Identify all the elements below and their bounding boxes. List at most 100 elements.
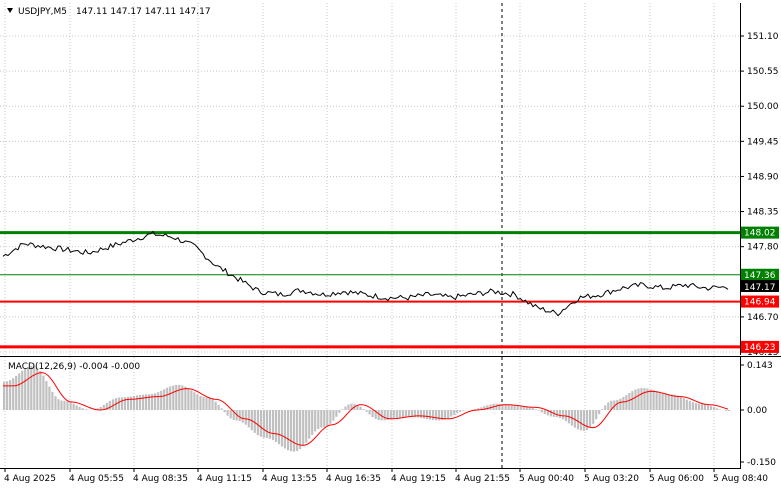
time-tick-label: 4 Aug 21:55	[455, 474, 510, 484]
macd-bar	[447, 410, 450, 419]
macd-bar	[453, 410, 456, 415]
price-tick-label: 147.80	[747, 243, 779, 253]
macd-bar	[60, 400, 63, 410]
current-price-label: 147.17	[744, 283, 776, 293]
macd-bar	[625, 395, 628, 410]
macd-bar	[543, 410, 546, 414]
macd-bar	[700, 403, 703, 410]
macd-bar	[199, 395, 202, 410]
macd-bar	[670, 394, 673, 410]
macd-bar	[425, 410, 429, 420]
macd-bar	[208, 397, 211, 410]
macd-bar	[368, 410, 371, 415]
macd-bar	[320, 410, 323, 428]
macd-bar	[108, 400, 111, 410]
macd-bar	[347, 404, 350, 410]
symbol-header[interactable]: USDJPY,M5 147.11 147.17 147.11 147.17	[7, 7, 211, 17]
macd-bar	[444, 410, 447, 420]
macd-bar	[435, 410, 438, 421]
macd-bar	[314, 410, 317, 432]
macd-bar	[540, 410, 543, 413]
macd-bar	[226, 410, 229, 416]
macd-bar	[302, 410, 305, 447]
macd-bar	[706, 404, 710, 410]
macd-tick-label: 0.143	[747, 361, 773, 371]
macd-bar	[75, 405, 78, 410]
macd-bar	[715, 408, 719, 410]
macd-bar	[18, 373, 21, 410]
macd-bar	[332, 410, 335, 421]
macd-bar	[15, 375, 18, 410]
macd-bar	[622, 397, 625, 410]
macd-bar	[21, 370, 24, 410]
price-tick-label: 148.90	[747, 172, 779, 182]
macd-bar	[640, 388, 643, 410]
level-tag-label: 146.23	[744, 343, 776, 353]
macd-bar	[223, 410, 226, 413]
macd-bar	[256, 410, 259, 436]
macd-bar	[652, 390, 655, 410]
macd-bar	[495, 403, 498, 410]
macd-bar	[456, 410, 459, 414]
macd-bar	[537, 410, 540, 411]
trading-chart[interactable]: 151.10 150.55 150.00 149.45 148.90 148.35 147.…	[0, 0, 781, 489]
current-price-tag: 147.17	[741, 280, 779, 293]
macd-bar	[51, 391, 54, 410]
macd-bar	[259, 410, 262, 437]
macd-bar	[519, 406, 522, 410]
macd-bar	[84, 409, 87, 410]
ohlc-values: 147.11 147.17 147.11 147.17	[76, 7, 211, 17]
macd-bar	[24, 368, 27, 410]
macd-bar	[129, 396, 133, 410]
macd-bar	[561, 410, 565, 420]
macd-bar	[595, 410, 598, 420]
macd-bar	[241, 410, 244, 423]
time-tick-label: 4 Aug 16:35	[326, 474, 381, 484]
macd-bar	[187, 388, 190, 410]
macd-bar	[132, 395, 136, 410]
macd-bar	[30, 366, 33, 410]
macd-bar	[534, 409, 537, 410]
macd-axis-border	[740, 357, 741, 468]
macd-bar	[631, 391, 634, 410]
macd-bar	[45, 381, 48, 410]
macd-bar	[619, 398, 622, 410]
macd-bar	[72, 403, 75, 410]
macd-bar	[395, 410, 398, 419]
price-tick-label: 151.10	[747, 32, 779, 42]
macd-bar	[220, 408, 223, 410]
macd-bar	[428, 410, 432, 420]
macd-tick-label: -0.150	[747, 458, 776, 468]
macd-bar	[712, 407, 716, 410]
level-tag-label: 147.36	[744, 271, 776, 281]
price-tick-label: 150.55	[747, 67, 779, 77]
macd-bar	[244, 410, 247, 425]
macd-bar	[432, 410, 435, 420]
macd-bar	[214, 401, 217, 410]
macd-bar	[555, 410, 558, 418]
macd-bar	[510, 405, 513, 410]
time-tick-label: 5 Aug 00:40	[519, 474, 574, 484]
macd-bar	[33, 366, 36, 410]
macd-bar	[126, 396, 130, 410]
macd-bar	[57, 399, 60, 410]
macd-bar	[673, 394, 676, 410]
macd-bar	[398, 410, 401, 418]
macd-bar	[728, 410, 731, 411]
macd-bar	[193, 392, 196, 410]
macd-bar	[138, 395, 142, 410]
macd-bar	[422, 410, 426, 419]
time-tick-label: 5 Aug 03:20	[584, 474, 639, 484]
macd-bar	[329, 410, 332, 424]
macd-bar	[577, 410, 580, 430]
macd-bar	[265, 410, 268, 438]
macd-bar	[407, 410, 410, 417]
macd-bar	[667, 394, 670, 410]
time-tick-label: 4 Aug 13:55	[262, 474, 317, 484]
macd-bar	[661, 393, 664, 410]
macd-bar	[404, 410, 407, 418]
macd-bar	[42, 375, 45, 410]
macd-bar	[664, 393, 667, 410]
macd-bar	[123, 397, 126, 410]
macd-bar	[27, 367, 30, 410]
